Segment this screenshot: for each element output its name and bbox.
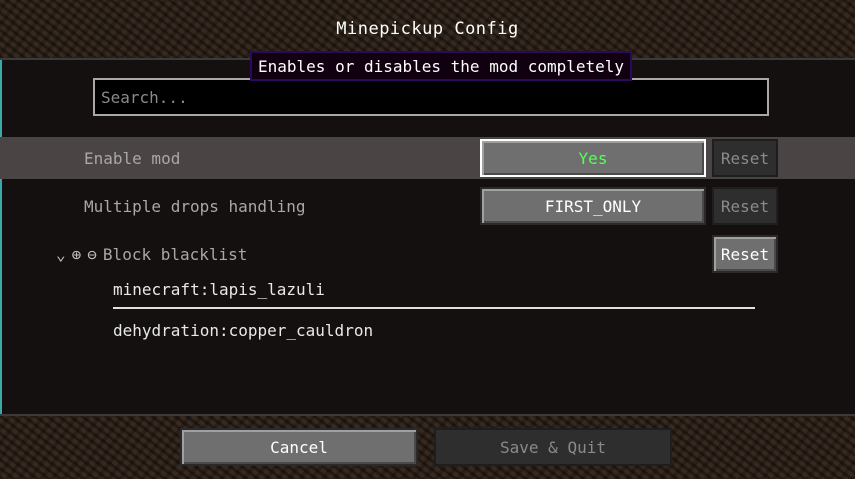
multiple-drops-reset-button[interactable]: Reset [712,187,778,225]
enable-mod-reset-button[interactable]: Reset [712,139,778,177]
enable-mod-toggle-button[interactable]: Yes [480,139,706,177]
category-row-block-blacklist: ⌄ ⊕ ⊖ Block blacklist Reset [0,233,855,275]
save-and-quit-button[interactable]: Save & Quit [434,428,672,466]
option-row-multiple-drops: Multiple drops handling FIRST_ONLY Reset [0,185,855,227]
option-row-enable-mod: Enable mod Yes Reset [0,137,855,179]
search-input[interactable]: Search... [93,78,769,116]
option-label: Enable mod [84,148,181,168]
remove-icon[interactable]: ⊖ [87,245,97,264]
multiple-drops-cycle-button[interactable]: FIRST_ONLY [480,187,706,225]
blacklist-entry[interactable]: dehydration:copper_cauldron [113,312,763,348]
search-placeholder: Search... [101,87,188,107]
add-icon[interactable]: ⊕ [72,245,82,264]
tooltip: Enables or disables the mod completely [250,51,633,81]
option-value: Yes [578,148,608,168]
category-controls: ⌄ ⊕ ⊖ Block blacklist [56,233,247,275]
blacklist-entry-input[interactable]: minecraft:lapis_lazuli [113,271,755,309]
category-label: Block blacklist [102,244,248,264]
block-blacklist-reset-button[interactable]: Reset [712,235,778,273]
config-list: Search... Enable mod Yes Reset Multiple … [0,58,855,416]
option-label: Multiple drops handling [84,196,306,216]
window-title: Minepickup Config [336,19,519,39]
chevron-down-icon[interactable]: ⌄ [56,245,66,264]
cancel-button[interactable]: Cancel [180,428,418,466]
